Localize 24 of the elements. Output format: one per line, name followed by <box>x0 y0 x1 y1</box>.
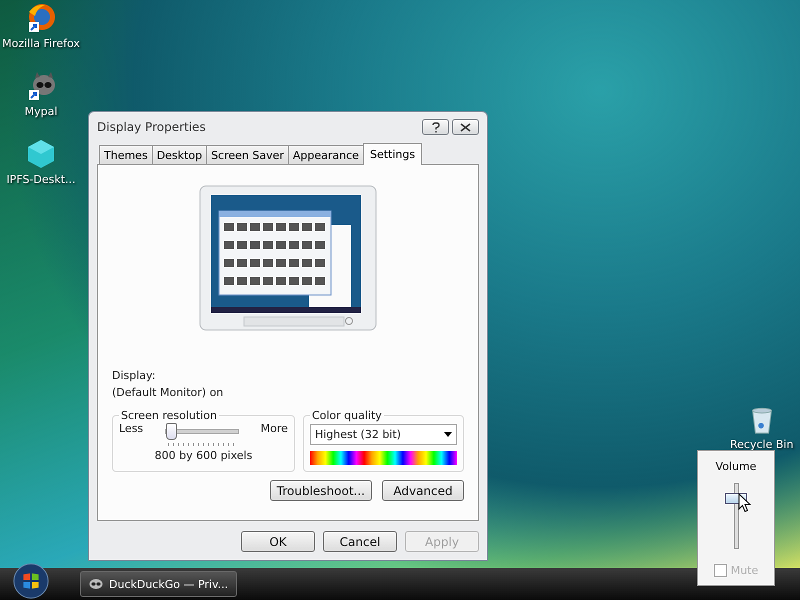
desktop-icon-label[interactable]: Mypal <box>24 105 58 118</box>
tab[interactable]: Themes <box>99 145 153 164</box>
dialog-button[interactable]: OK <box>241 531 315 552</box>
desktop-icon-label[interactable]: Mozilla Firefox <box>2 37 80 50</box>
tab[interactable]: Desktop <box>152 145 208 164</box>
window-title: Display Properties <box>97 120 206 134</box>
taskbar-button[interactable]: DuckDuckGo — Priv... <box>80 571 238 597</box>
slider-min-label: Less <box>119 422 144 435</box>
resolution-reading: 800 by 600 pixels <box>154 449 254 462</box>
dialog-button[interactable]: Cancel <box>323 531 397 552</box>
dropdown[interactable]: Highest (32 bit) <box>310 424 457 445</box>
group-title: Screen resolution <box>120 409 218 422</box>
tab[interactable]: Screen Saver <box>206 145 289 164</box>
display-label: Display: <box>112 369 156 382</box>
desktop-icon-label[interactable]: IPFS-Deskt... <box>6 173 76 186</box>
panel-button[interactable]: Troubleshoot... <box>270 480 372 501</box>
display-value: (Default Monitor) on <box>112 386 224 399</box>
panel-button[interactable]: Advanced <box>382 480 464 501</box>
group-title: Color quality <box>310 409 383 422</box>
desktop-icon-label[interactable]: Recycle Bin <box>730 438 794 451</box>
slider-max-label: More <box>260 422 288 435</box>
volume-title: Volume <box>716 460 756 473</box>
tab[interactable]: Appearance <box>288 145 364 164</box>
tab[interactable]: Settings <box>362 143 422 165</box>
